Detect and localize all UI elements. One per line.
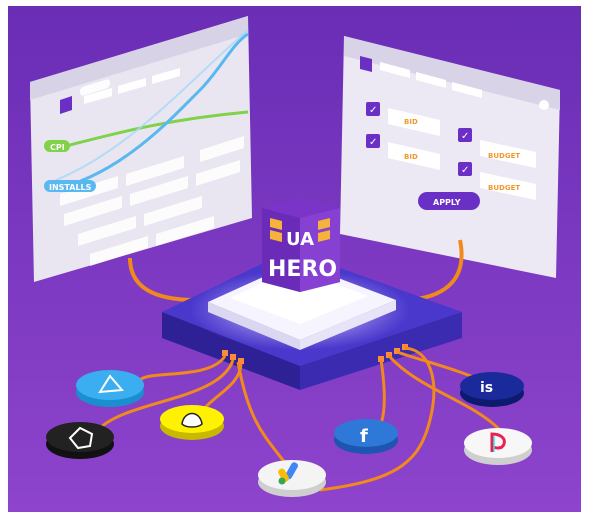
installs-tag: INSTALLS [44,180,96,192]
budget-label-1: BUDGET [488,152,520,160]
tiktok-icon [464,428,532,465]
check-icon: ✓ [369,137,377,148]
logo-line-2: HERO [268,257,337,282]
apply-label: APPLY [433,198,461,207]
illustration: CPI INSTALLS ✓ BID ✓ BUDGET ✓ BID ✓ BUDG… [0,0,589,522]
installs-label: INSTALLS [49,183,92,192]
budget-label-2: BUDGET [488,184,520,192]
svg-text:is: is [480,380,493,396]
check-icon: ✓ [461,131,469,142]
check-icon: ✓ [461,165,469,176]
check-icon: ✓ [369,105,377,116]
bid-label-1: BID [404,118,418,126]
scene-svg: CPI INSTALLS ✓ BID ✓ BUDGET ✓ BID ✓ BUDG… [8,6,581,512]
snapchat-icon [160,405,224,440]
bid-label-2: BID [404,153,418,161]
unity-icon [46,422,114,459]
cpi-tag: CPI [44,140,70,152]
panel-dot-icon [539,100,549,110]
svg-text:f: f [360,426,368,447]
facebook-icon: f [334,419,398,454]
ua-hero-logo: UA HERO [262,198,340,292]
logo-line-1: UA [286,229,314,250]
apply-button[interactable]: APPLY [418,192,480,210]
ironsource-icon: is [460,372,524,407]
google-ads-icon [258,460,326,497]
cpi-label: CPI [50,143,65,152]
android-triangle-icon [76,370,144,407]
